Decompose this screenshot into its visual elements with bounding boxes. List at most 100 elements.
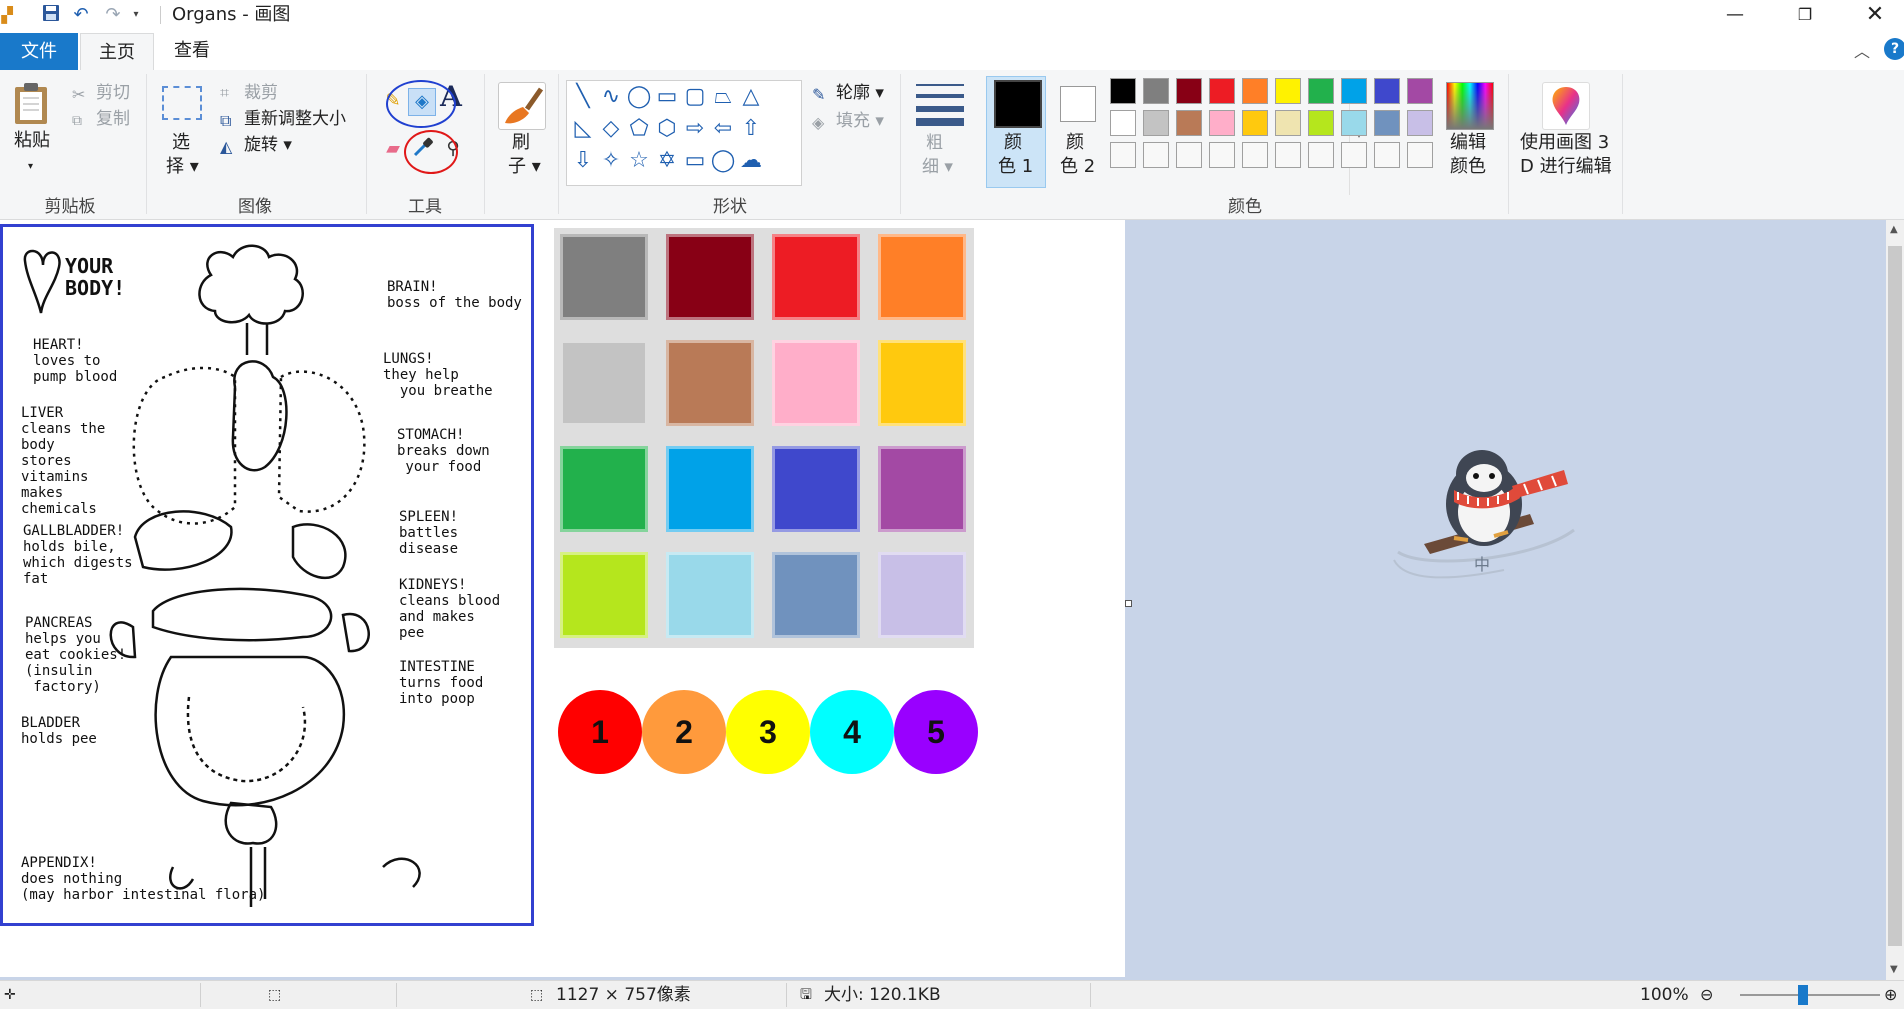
palette-color[interactable]	[1209, 110, 1235, 136]
palette-color[interactable]	[1374, 78, 1400, 104]
edit-with-paint-3d-button[interactable]: D 进行编辑	[1520, 156, 1612, 178]
pentagon-shape-icon[interactable]: ⬠	[625, 115, 653, 143]
brush-icon[interactable]	[498, 82, 546, 130]
rounded-rectangle-shape-icon[interactable]: ▢	[681, 83, 709, 111]
customize-quick-access-icon[interactable]: ▾	[128, 4, 144, 26]
undo-icon[interactable]: ↶	[70, 4, 92, 26]
clipboard-icon[interactable]	[12, 82, 52, 126]
maximize-button[interactable]: ❐	[1782, 0, 1828, 30]
hexagon-shape-icon[interactable]: ⬡	[653, 115, 681, 143]
copy-button[interactable]: 复制	[96, 108, 130, 130]
right-arrow-shape-icon[interactable]: ⇨	[681, 115, 709, 143]
vertical-scrollbar[interactable]: ▲ ▼	[1886, 220, 1904, 980]
rotate-button[interactable]: 旋转 ▾	[244, 134, 292, 156]
color-1-swatch[interactable]	[994, 80, 1042, 128]
palette-color[interactable]	[1341, 142, 1367, 168]
up-arrow-shape-icon[interactable]: ⇧	[737, 115, 765, 143]
cut-button[interactable]: 剪切	[96, 82, 130, 104]
oval-callout-icon[interactable]: ◯	[709, 147, 737, 175]
palette-color[interactable]	[1308, 142, 1334, 168]
right-triangle-shape-icon[interactable]: ◺	[569, 115, 597, 143]
eraser-icon[interactable]: ▰	[380, 136, 406, 162]
scroll-up-arrow-icon[interactable]: ▲	[1890, 224, 1898, 235]
palette-color[interactable]	[1374, 142, 1400, 168]
minimize-button[interactable]: —	[1712, 0, 1758, 30]
color-2-label[interactable]: 颜	[1066, 132, 1084, 154]
edit-colors-icon[interactable]	[1446, 82, 1494, 130]
curve-shape-icon[interactable]: ∿	[597, 83, 625, 111]
palette-color[interactable]	[1275, 142, 1301, 168]
tab-file[interactable]: 文件	[0, 33, 78, 70]
left-arrow-shape-icon[interactable]: ⇦	[709, 115, 737, 143]
save-icon[interactable]	[40, 4, 62, 26]
down-arrow-shape-icon[interactable]: ⇩	[569, 147, 597, 175]
triangle-shape-icon[interactable]: △	[737, 83, 765, 111]
edit-with-paint-3d-button[interactable]: 使用画图 3	[1520, 132, 1609, 154]
diamond-shape-icon[interactable]: ◇	[597, 115, 625, 143]
select-icon[interactable]	[162, 86, 202, 120]
palette-color[interactable]	[1374, 110, 1400, 136]
zoom-in-icon[interactable]: ⊕	[1884, 981, 1897, 1009]
rectangle-shape-icon[interactable]: ▭	[653, 83, 681, 111]
line-shape-icon[interactable]: ╲	[569, 83, 597, 111]
paint-3d-icon[interactable]	[1542, 82, 1590, 130]
palette-color[interactable]	[1209, 78, 1235, 104]
edit-colors-button[interactable]: 颜色	[1450, 156, 1486, 178]
palette-color[interactable]	[1407, 142, 1433, 168]
palette-color[interactable]	[1242, 142, 1268, 168]
palette-color[interactable]	[1176, 110, 1202, 136]
palette-color[interactable]	[1110, 78, 1136, 104]
palette-color[interactable]	[1341, 78, 1367, 104]
cloud-callout-icon[interactable]: ☁	[737, 147, 765, 175]
resize-button[interactable]: 重新调整大小	[244, 108, 346, 130]
size-dropdown[interactable]: 细 ▾	[922, 156, 953, 178]
tab-home[interactable]: 主页	[80, 33, 154, 71]
size-button[interactable]: 粗	[926, 132, 943, 154]
canvas-resize-handle[interactable]	[1125, 600, 1132, 607]
collapse-ribbon-icon[interactable]: ︿	[1854, 38, 1870, 62]
palette-color[interactable]	[1209, 142, 1235, 168]
zoom-out-icon[interactable]: ⊖	[1700, 981, 1713, 1009]
palette-color[interactable]	[1407, 110, 1433, 136]
palette-color[interactable]	[1407, 78, 1433, 104]
six-point-star-icon[interactable]: ✡	[653, 147, 681, 175]
color-2-label[interactable]: 色 2	[1060, 156, 1095, 178]
outline-dropdown[interactable]: 轮廓 ▾	[836, 82, 884, 104]
brushes-dropdown[interactable]: 子 ▾	[508, 156, 541, 178]
color-2-swatch[interactable]	[1060, 86, 1096, 122]
line-size-icon[interactable]	[916, 82, 964, 126]
palette-color[interactable]	[1275, 78, 1301, 104]
palette-color[interactable]	[1143, 110, 1169, 136]
palette-color[interactable]	[1176, 142, 1202, 168]
paint-app-icon[interactable]: ▞	[0, 4, 14, 26]
paste-button[interactable]: 粘贴	[14, 130, 50, 152]
five-point-star-icon[interactable]: ☆	[625, 147, 653, 175]
redo-icon[interactable]: ↷	[102, 4, 124, 26]
four-point-star-icon[interactable]: ✧	[597, 147, 625, 175]
palette-color[interactable]	[1242, 78, 1268, 104]
palette-color[interactable]	[1341, 110, 1367, 136]
palette-color[interactable]	[1110, 110, 1136, 136]
paste-dropdown-arrow[interactable]: ▾	[28, 156, 33, 178]
rect-callout-icon[interactable]: ▭	[681, 147, 709, 175]
oval-shape-icon[interactable]: ◯	[625, 83, 653, 111]
scrollbar-thumb[interactable]	[1888, 246, 1902, 946]
select-dropdown[interactable]: 择 ▾	[166, 156, 199, 178]
zoom-slider-thumb[interactable]	[1798, 985, 1808, 1005]
tab-view[interactable]: 查看	[160, 34, 224, 68]
drawing-canvas[interactable]: YOUR BODY! BRAIN! boss of the body HEART…	[0, 220, 1125, 977]
palette-color[interactable]	[1275, 110, 1301, 136]
zoom-slider[interactable]	[1740, 994, 1880, 996]
polygon-shape-icon[interactable]: ⏢	[709, 83, 737, 111]
brushes-button[interactable]: 刷	[512, 132, 530, 154]
palette-color[interactable]	[1110, 142, 1136, 168]
palette-color[interactable]	[1143, 78, 1169, 104]
palette-color[interactable]	[1242, 110, 1268, 136]
close-button[interactable]: ✕	[1852, 0, 1898, 30]
help-icon[interactable]: ?	[1884, 38, 1904, 60]
crop-button[interactable]: 裁剪	[244, 82, 278, 104]
select-button[interactable]: 选	[172, 132, 190, 154]
fill-dropdown[interactable]: 填充 ▾	[836, 110, 884, 132]
edit-colors-button[interactable]: 编辑	[1450, 132, 1486, 154]
palette-color[interactable]	[1143, 142, 1169, 168]
